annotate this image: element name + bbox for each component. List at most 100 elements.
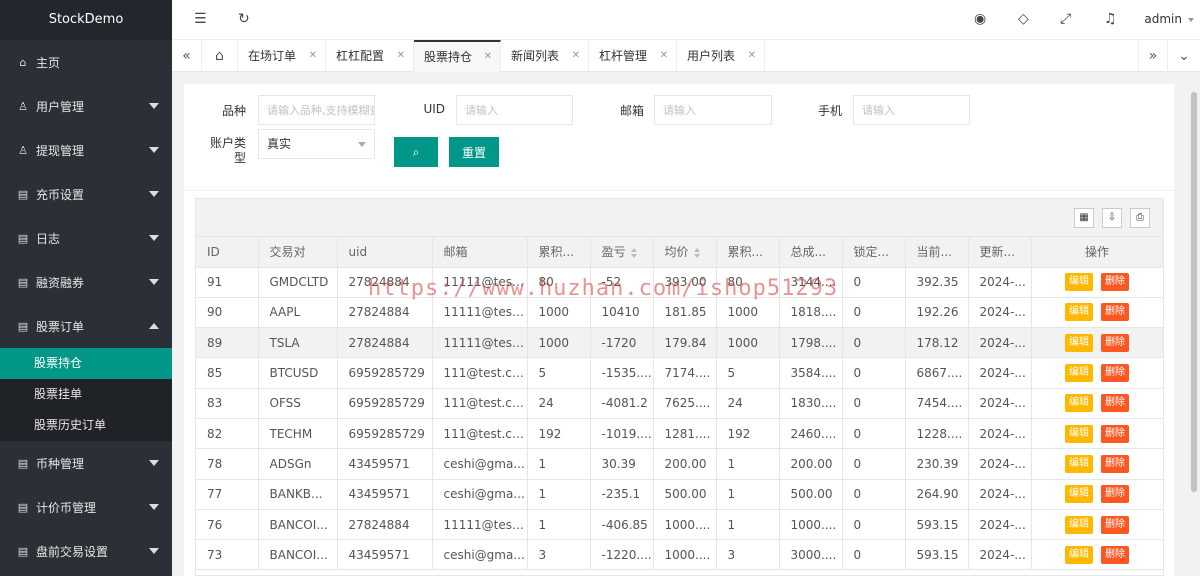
sidebar-subitem-stock-pending[interactable]: 股票挂单 [0,379,172,410]
close-icon[interactable]: ✕ [660,40,668,72]
bell-icon[interactable]: ♫ [1104,11,1117,27]
close-icon[interactable]: ✕ [572,40,580,72]
table-cell: 7174.... [653,357,717,389]
close-icon[interactable]: ✕ [309,40,317,72]
close-icon[interactable]: ✕ [748,40,756,72]
sidebar-item-quote-currency[interactable]: ▤ 计价币管理 [0,485,172,529]
edit-button[interactable]: 编辑 [1065,424,1093,443]
tab-leverage-manage[interactable]: 杠杆管理 ✕ [589,40,677,72]
edit-button[interactable]: 编辑 [1065,333,1093,352]
fullscreen-icon[interactable]: ⤢ [1060,11,1071,27]
table-row[interactable]: 77 BANKB... 43459571 ceshi@gma... 1 -235.1 500… [196,479,1163,510]
delete-button[interactable]: 删除 [1101,454,1129,473]
sidebar-subitem-stock-positions[interactable]: 股票持仓 [0,348,172,379]
uid-input[interactable] [456,95,573,125]
edit-button[interactable]: 编辑 [1065,303,1093,322]
refresh-icon[interactable]: ↻ [238,11,250,27]
table-row[interactable]: 76 BANCOI... 27824884 11111@test.... 1 -406.8… [196,509,1163,541]
columns-filter-icon[interactable]: ▦ [1074,208,1094,228]
table-row[interactable]: 89 TSLA 27824884 11111@test.... 1000 -1720 179… [196,327,1163,359]
delete-button[interactable]: 删除 [1101,273,1129,292]
table-row[interactable]: 83 OFSS 6959285729 111@test.com 24 -4081.2 762… [196,388,1163,419]
sidebar-item-users[interactable]: ♙ 用户管理 [0,84,172,128]
tab-scroll-right-icon[interactable]: » [1138,40,1168,72]
search-button[interactable]: ⌕ [394,137,438,167]
table-cell: 3144.... [779,267,843,298]
delete-button[interactable]: 删除 [1101,515,1129,534]
table-row[interactable]: 73 BANCOI... 43459571 ceshi@gma... 3 -1220...… [196,539,1163,571]
delete-button[interactable]: 删除 [1101,545,1129,564]
column-header[interactable]: 累积... [527,237,591,268]
table-cell: 179.84 [653,327,717,359]
delete-button[interactable]: 删除 [1101,303,1129,322]
table-row[interactable]: 82 TECHM 6959285729 111@test.com 192 -1019...… [196,418,1163,450]
tab-user-list[interactable]: 用户列表 ✕ [677,40,765,72]
column-header[interactable]: 更新... [968,237,1032,268]
positions-table-container: ▦ ⇩ ⎙ ID 交易对 uid 邮箱 累积... 盈亏 均价 累积... 总成… [195,198,1164,576]
email-input[interactable] [654,95,772,125]
edit-button[interactable]: 编辑 [1065,545,1093,564]
edit-button[interactable]: 编辑 [1065,454,1093,473]
table-cell: 2460.... [779,418,843,450]
table-row[interactable]: 91 GMDCLTD 27824884 11111@test.... 80 -52 393.… [196,267,1163,298]
edit-button[interactable]: 编辑 [1065,364,1093,383]
column-header[interactable]: 总成... [779,237,843,268]
sidebar-item-withdraw[interactable]: ♙ 提现管理 [0,128,172,172]
tab-stock-positions[interactable]: 股票持仓 ✕ [414,40,501,72]
sidebar-item-log[interactable]: ▤ 日志 [0,216,172,260]
phone-input[interactable] [853,95,970,125]
reset-button[interactable]: 重置 [449,137,499,167]
edit-button[interactable]: 编辑 [1065,515,1093,534]
table-cell-actions: 编辑 删除 [1031,297,1163,329]
column-header[interactable]: 交易对 [258,237,338,268]
tab-leverage-config[interactable]: 杠杠配置 ✕ [326,40,414,72]
edit-button[interactable]: 编辑 [1065,273,1093,292]
scrollbar-thumb[interactable] [1191,92,1197,492]
column-header[interactable]: ID [196,237,259,268]
column-header[interactable]: 盈亏 [590,237,654,268]
menu-toggle-icon[interactable]: ☰ [194,11,207,27]
close-icon[interactable]: ✕ [397,40,405,72]
edit-button[interactable]: 编辑 [1065,394,1093,413]
sidebar-item-currency[interactable]: ▤ 币种管理 [0,441,172,485]
sort-icon[interactable] [693,247,701,258]
delete-button[interactable]: 删除 [1101,333,1129,352]
table-row[interactable]: 90 AAPL 27824884 11111@test.... 1000 10410 181… [196,297,1163,329]
delete-button[interactable]: 删除 [1101,485,1129,504]
tab-live-orders[interactable]: 在场订单 ✕ [238,40,326,72]
column-header[interactable]: uid [337,237,433,268]
column-header[interactable]: 锁定... [842,237,906,268]
table-row[interactable]: 78 ADSGn 43459571 ceshi@gma... 1 30.39 200.00 1… [196,448,1163,480]
delete-button[interactable]: 删除 [1101,424,1129,443]
column-header[interactable]: 当前... [905,237,969,268]
sidebar-item-stock-orders[interactable]: ▤ 股票订单 [0,304,172,348]
sidebar-item-home[interactable]: ⌂ 主页 [0,40,172,84]
column-header[interactable]: 均价 [653,237,717,268]
table-cell: ceshi@gma... [432,479,528,510]
export-icon[interactable]: ⇩ [1102,208,1122,228]
user-icon: ♙ [18,143,28,157]
account-type-select[interactable]: 真实 [258,129,375,159]
tab-news-list[interactable]: 新闻列表 ✕ [501,40,589,72]
sort-icon[interactable] [630,247,638,258]
column-header[interactable]: 邮箱 [432,237,528,268]
print-icon[interactable]: ⎙ [1130,208,1150,228]
close-icon[interactable]: ✕ [484,42,492,72]
edit-button[interactable]: 编辑 [1065,485,1093,504]
variety-input[interactable] [258,95,375,125]
sidebar-subitem-stock-history[interactable]: 股票历史订单 [0,410,172,441]
tab-menu-chevron-icon[interactable]: ⌄ [1168,40,1200,72]
sidebar-item-deposit[interactable]: ▤ 充币设置 [0,172,172,216]
delete-button[interactable]: 删除 [1101,364,1129,383]
home-tab-icon[interactable]: ⌂ [202,40,238,72]
tab-scroll-left-icon[interactable]: « [172,40,202,72]
delete-button[interactable]: 删除 [1101,394,1129,413]
sidebar-item-margin[interactable]: ▤ 融资融券 [0,260,172,304]
table-row[interactable]: 85 BTCUSD 6959285729 111@test.com 5 -1535....… [196,357,1163,389]
user-menu[interactable]: admin [1144,12,1182,26]
theme-icon[interactable]: ◉ [974,11,986,27]
page-scrollbar[interactable] [1188,72,1200,576]
column-header[interactable]: 累积... [716,237,780,268]
sidebar-item-premarket[interactable]: ▤ 盘前交易设置 [0,529,172,573]
tag-icon[interactable]: ◇ [1018,11,1029,27]
